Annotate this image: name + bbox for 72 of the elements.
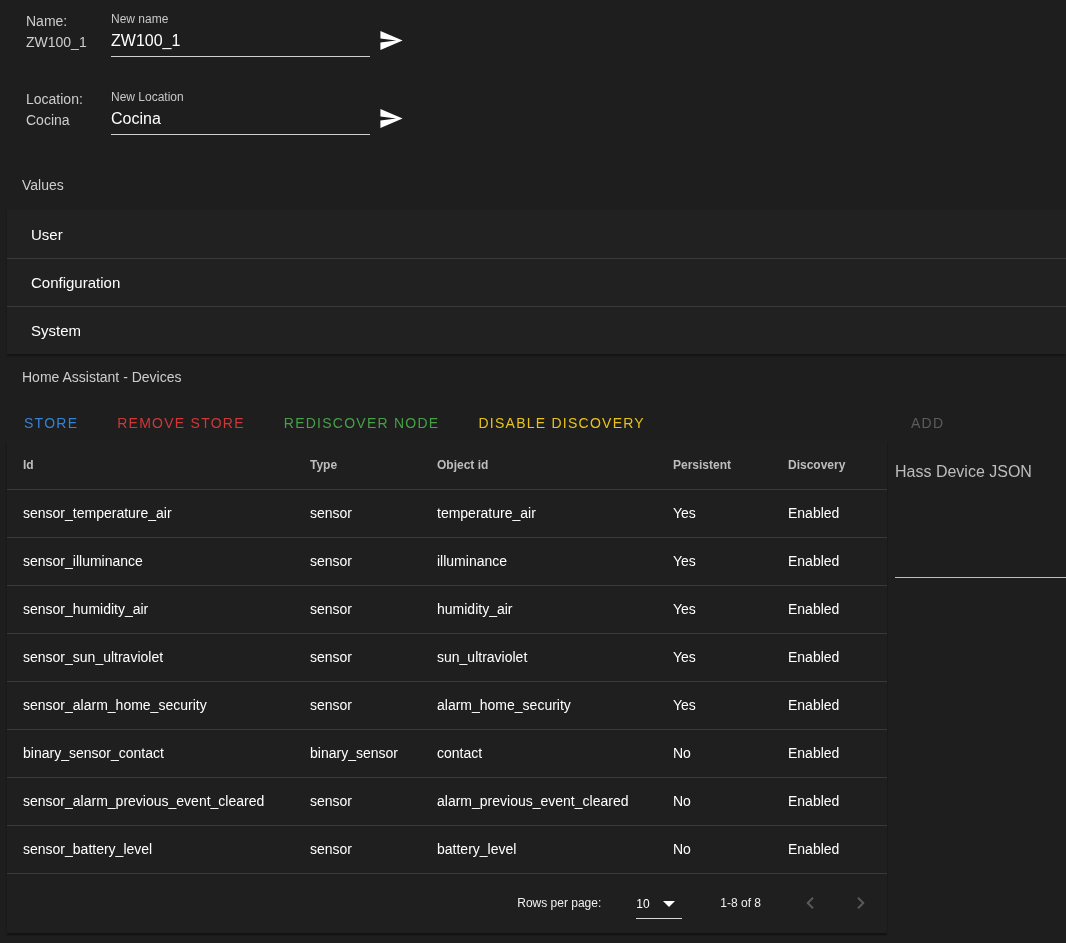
table-cell: Yes: [657, 537, 772, 585]
table-cell: Yes: [657, 633, 772, 681]
json-field[interactable]: Hass Device JSON: [895, 460, 1066, 578]
send-icon: [379, 30, 403, 50]
table-cell: Enabled: [772, 825, 887, 873]
table-cell: Enabled: [772, 585, 887, 633]
page-range: 1-8 of 8: [720, 896, 761, 910]
text-field[interactable]: New name ZW100_1: [111, 12, 370, 57]
field-caption: Location:: [26, 90, 84, 109]
column-header[interactable]: Discovery: [772, 441, 887, 489]
table-cell: sensor_sun_ultraviolet: [7, 633, 294, 681]
table-cell: Enabled: [772, 681, 887, 729]
table-cell: binary_sensor_contact: [7, 729, 294, 777]
table-cell: binary_sensor: [294, 729, 421, 777]
table-cell: No: [657, 729, 772, 777]
floating-label: New name: [111, 12, 170, 26]
chevron-right-icon: [857, 897, 865, 909]
text-input[interactable]: ZW100_1: [111, 28, 370, 54]
table-cell: contact: [421, 729, 657, 777]
table-cell: sensor_temperature_air: [7, 489, 294, 537]
table-cell: sensor_humidity_air: [7, 585, 294, 633]
table-cell: sensor: [294, 777, 421, 825]
table-cell: sensor_alarm_previous_event_cleared: [7, 777, 294, 825]
table-cell: sensor: [294, 537, 421, 585]
table-cell: alarm_previous_event_cleared: [421, 777, 657, 825]
column-header[interactable]: Object id: [421, 441, 657, 489]
table-cell: Yes: [657, 489, 772, 537]
section-title: Values: [22, 176, 64, 195]
current-value: ZW100_1: [26, 33, 88, 52]
table-cell: Yes: [657, 681, 772, 729]
table-cell: alarm_home_security: [421, 681, 657, 729]
text-field[interactable]: New Location Cocina: [111, 90, 370, 135]
table-cell: sensor_illuminance: [7, 537, 294, 585]
table-cell: temperature_air: [421, 489, 657, 537]
table-cell: sensor: [294, 825, 421, 873]
send-icon: [379, 108, 403, 128]
table-cell: No: [657, 777, 772, 825]
action-button[interactable]: REDISCOVER NODE: [267, 405, 456, 441]
table-cell: No: [657, 825, 772, 873]
section-title: Home Assistant - Devices: [22, 368, 182, 387]
table-cell: sensor_alarm_home_security: [7, 681, 294, 729]
panel-header[interactable]: System: [7, 306, 1066, 354]
panel-header[interactable]: User: [7, 210, 1066, 258]
action-button[interactable]: DISABLE DISCOVERY: [462, 405, 661, 441]
table-cell: sensor: [294, 585, 421, 633]
panel-header[interactable]: Configuration: [7, 258, 1066, 306]
column-header[interactable]: Id: [7, 441, 294, 489]
table-cell: Enabled: [772, 729, 887, 777]
column-header[interactable]: Type: [294, 441, 421, 489]
caret-down-icon: [663, 900, 676, 907]
table-cell: Enabled: [772, 633, 887, 681]
table-cell: sensor: [294, 489, 421, 537]
table-cell: sun_ultraviolet: [421, 633, 657, 681]
text-input[interactable]: Cocina: [111, 106, 370, 132]
floating-label: New Location: [111, 90, 185, 104]
table-cell: sensor_battery_level: [7, 825, 294, 873]
table-cell: sensor: [294, 681, 421, 729]
column-header[interactable]: Persistent: [657, 441, 772, 489]
table-cell: battery_level: [421, 825, 657, 873]
table-cell: illuminance: [421, 537, 657, 585]
table-cell: Yes: [657, 585, 772, 633]
rows-per-page-select[interactable]: 10: [636, 889, 683, 919]
table-cell: Enabled: [772, 489, 887, 537]
table-cell: humidity_air: [421, 585, 657, 633]
field-caption: Name:: [26, 12, 69, 31]
table-cell: Enabled: [772, 777, 887, 825]
table-cell: sensor: [294, 633, 421, 681]
action-button[interactable]: STORE: [8, 405, 95, 441]
rows-per-page-label: Rows per page:: [517, 896, 602, 910]
table-cell: Enabled: [772, 537, 887, 585]
current-value: Cocina: [26, 111, 71, 130]
chevron-left-icon: [806, 897, 814, 909]
